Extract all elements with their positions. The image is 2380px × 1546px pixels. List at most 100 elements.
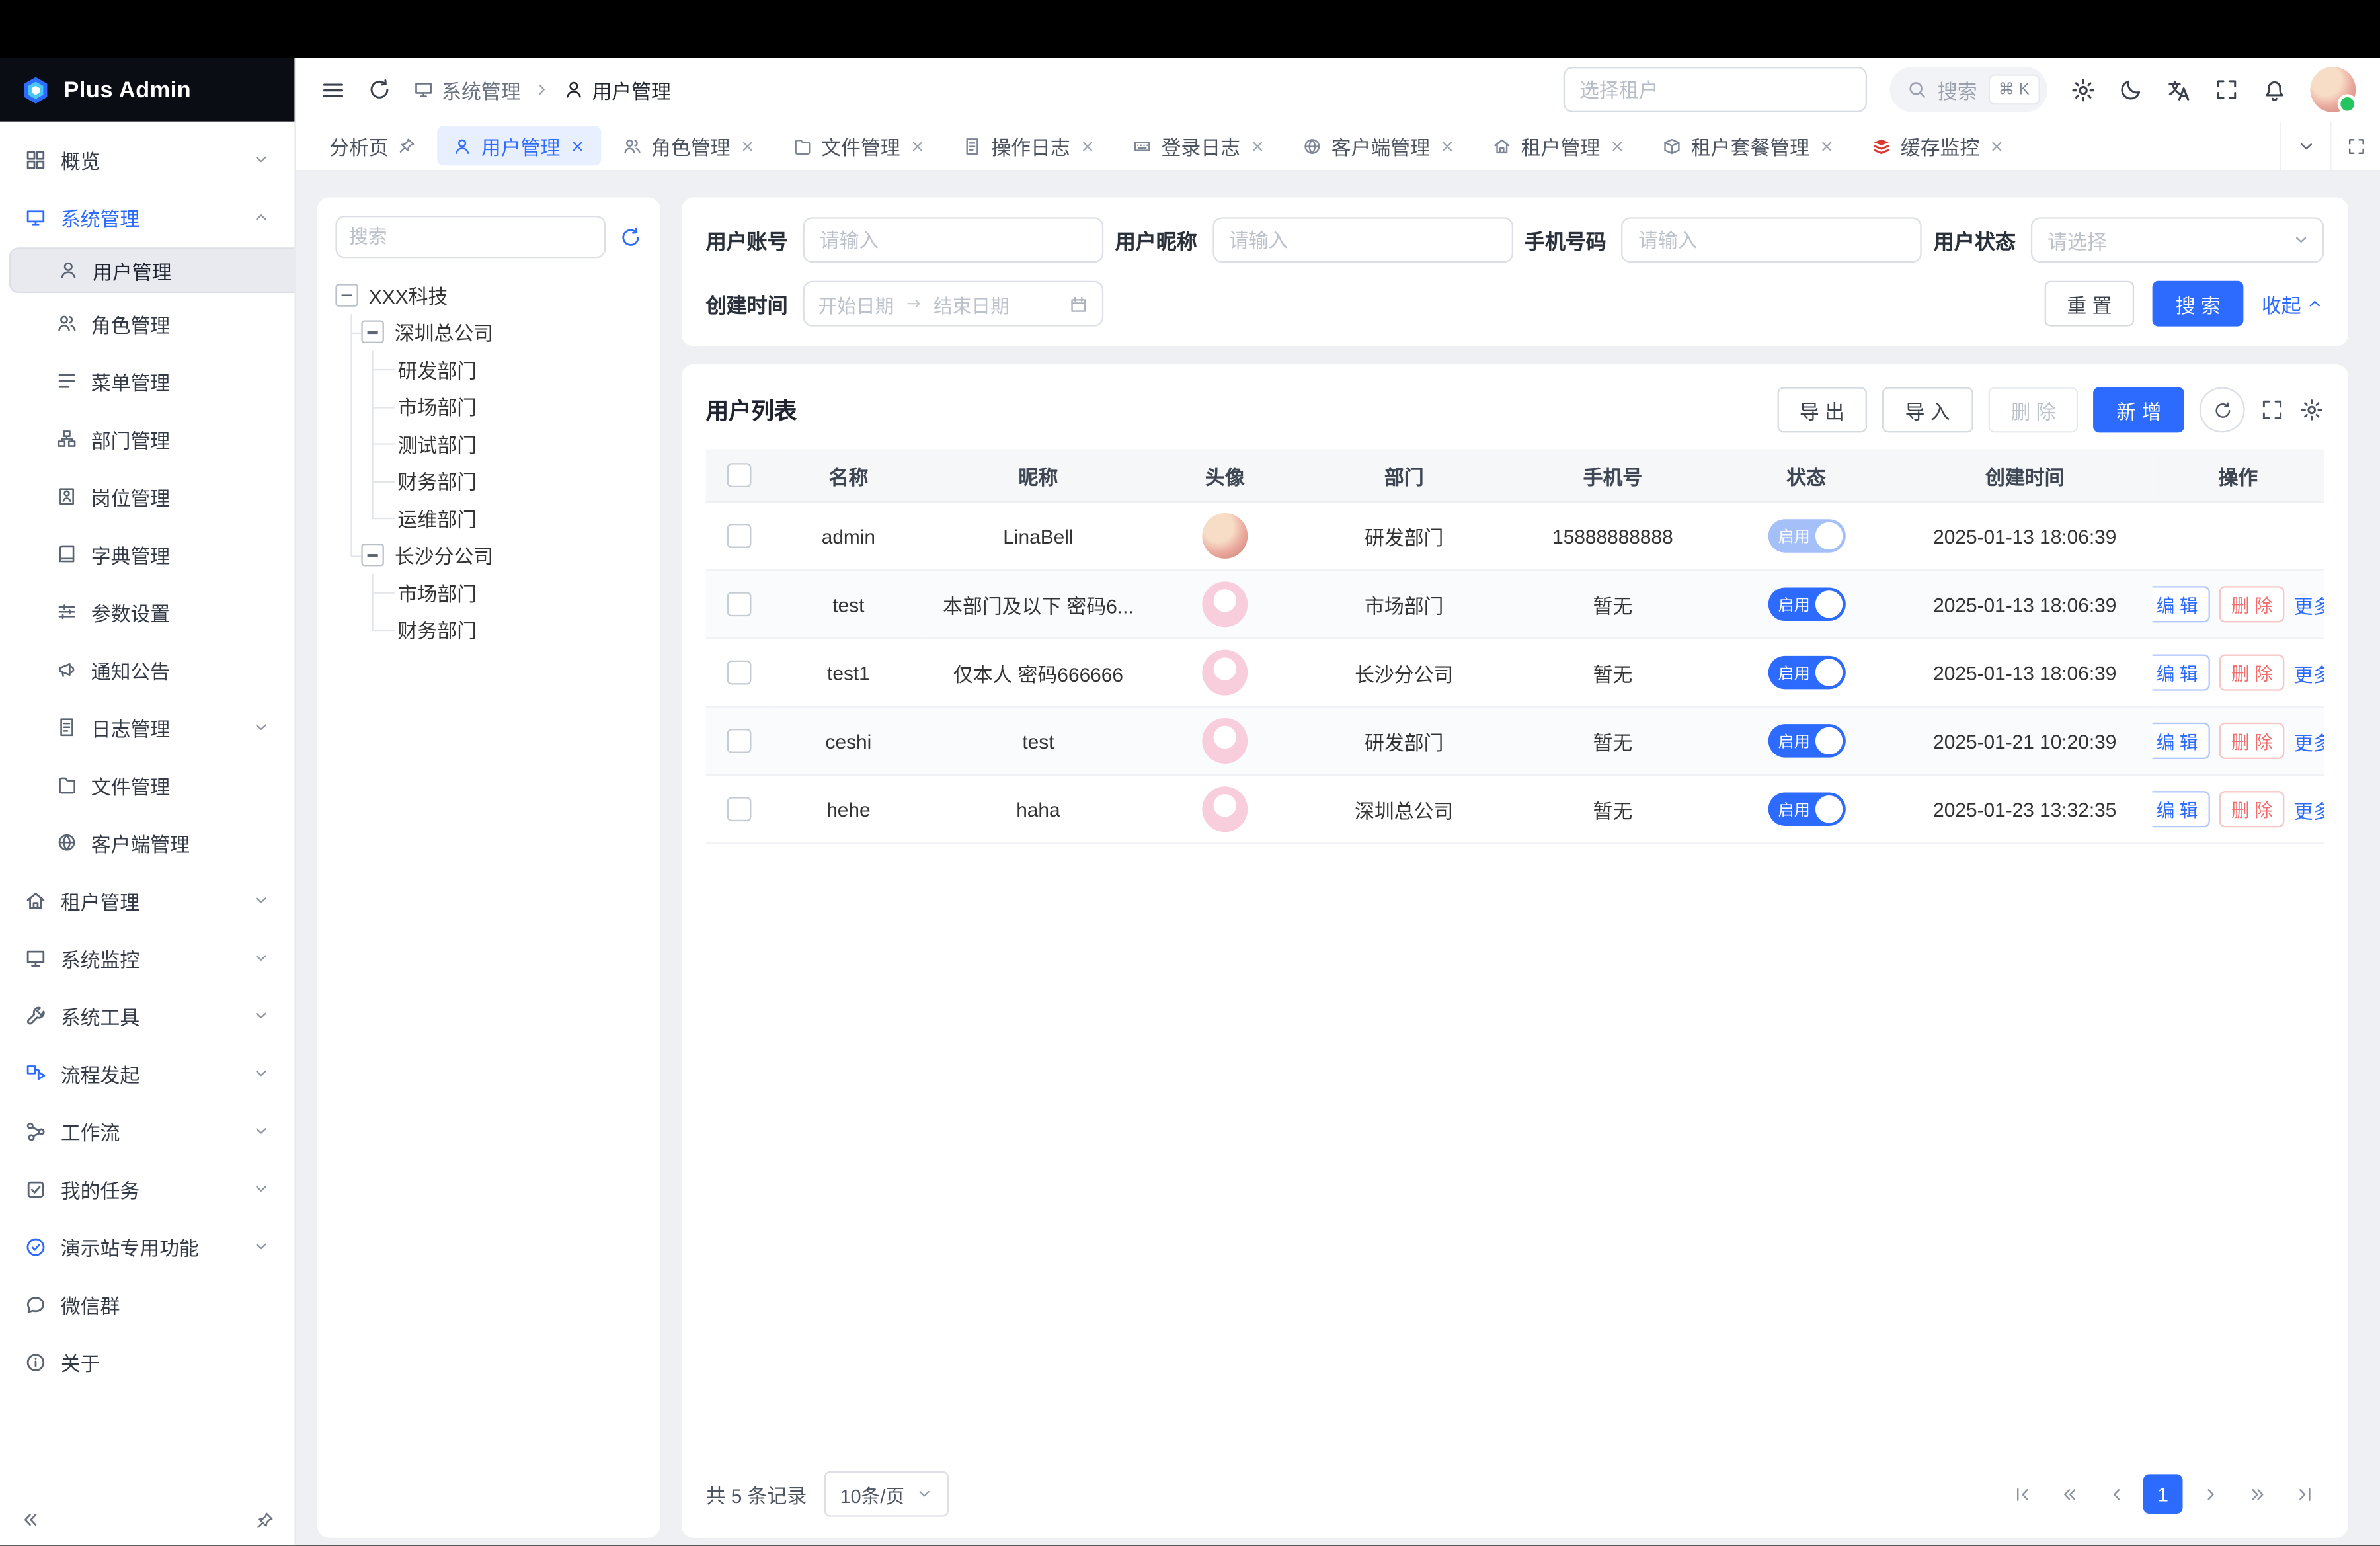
sidebar-item-tenant-management[interactable]: 租户管理 bbox=[9, 873, 286, 928]
tab-user-management[interactable]: 用户管理 bbox=[437, 126, 601, 166]
table-fullscreen-button[interactable] bbox=[2260, 398, 2285, 423]
sidebar-item-system-tools[interactable]: 系统工具 bbox=[9, 989, 286, 1043]
sidebar-item-dict-management[interactable]: 字典管理 bbox=[9, 527, 286, 582]
sidebar-item-about[interactable]: 关于 bbox=[9, 1334, 286, 1389]
breadcrumb-item-user-management[interactable]: 用户管理 bbox=[563, 75, 671, 104]
import-button[interactable]: 导 入 bbox=[1882, 387, 1973, 432]
sidebar-item-log-management[interactable]: 日志管理 bbox=[9, 700, 286, 754]
phone-number-input[interactable] bbox=[1622, 217, 1923, 263]
status-toggle[interactable]: 启用 bbox=[1768, 724, 1845, 758]
tree-node[interactable]: XXX科技 bbox=[335, 276, 645, 313]
created-date-range-input[interactable]: 开始日期 结束日期 bbox=[803, 281, 1104, 327]
sidebar-item-dept-management[interactable]: 部门管理 bbox=[9, 411, 286, 466]
tree-collapse-toggle[interactable] bbox=[335, 284, 358, 306]
search-button[interactable]: 搜 索 bbox=[2153, 281, 2243, 327]
tab-cache-monitor[interactable]: 缓存监控 bbox=[1856, 126, 2020, 166]
status-toggle[interactable]: 启用 bbox=[1768, 656, 1845, 690]
sidebar-item-overview[interactable]: 概览 bbox=[9, 132, 286, 187]
more-actions-link[interactable]: 更多 bbox=[2294, 795, 2324, 824]
reset-button[interactable]: 重 置 bbox=[2044, 281, 2135, 327]
user-status-select[interactable]: 请选择 bbox=[2031, 217, 2324, 263]
tree-node[interactable]: 财务部门 bbox=[335, 462, 645, 499]
tab-role-management[interactable]: 角色管理 bbox=[607, 126, 771, 166]
tab-tenant-management[interactable]: 租户管理 bbox=[1477, 126, 1641, 166]
settings-icon[interactable] bbox=[2071, 77, 2096, 102]
edit-button[interactable]: 编 辑 bbox=[2153, 791, 2210, 827]
sidebar-item-process-start[interactable]: 流程发起 bbox=[9, 1046, 286, 1101]
more-actions-link[interactable]: 更多 bbox=[2294, 590, 2324, 619]
sidebar-item-user-management[interactable]: 用户管理 bbox=[9, 247, 295, 293]
delete-button[interactable]: 删 除 bbox=[1988, 387, 2079, 432]
sidebar-item-wechat-group[interactable]: 微信群 bbox=[9, 1277, 286, 1332]
tree-node[interactable]: 财务部门 bbox=[335, 611, 645, 648]
user-nickname-input[interactable] bbox=[1212, 217, 1513, 263]
next-pages-button[interactable] bbox=[2237, 1474, 2277, 1514]
next-page-button[interactable] bbox=[2190, 1474, 2230, 1514]
collapse-sidebar-icon[interactable] bbox=[20, 1509, 41, 1530]
sidebar-item-file-management[interactable]: 文件管理 bbox=[9, 758, 286, 813]
refresh-table-button[interactable] bbox=[2200, 387, 2245, 432]
prev-page-button[interactable] bbox=[2096, 1474, 2136, 1514]
tabs-dropdown-button[interactable] bbox=[2280, 122, 2330, 170]
delete-row-button[interactable]: 删 除 bbox=[2219, 655, 2285, 691]
notifications-icon[interactable] bbox=[2262, 77, 2287, 102]
tree-refresh-icon[interactable] bbox=[619, 225, 642, 248]
tree-node[interactable]: 市场部门 bbox=[335, 388, 645, 425]
page-size-select[interactable]: 10条/页 bbox=[825, 1471, 949, 1517]
user-account-input[interactable] bbox=[803, 217, 1104, 263]
status-toggle[interactable]: 启用 bbox=[1768, 792, 1845, 826]
select-all-checkbox[interactable] bbox=[727, 464, 752, 488]
page-number-button[interactable]: 1 bbox=[2143, 1474, 2183, 1514]
sidebar-item-demo-features[interactable]: 演示站专用功能 bbox=[9, 1219, 286, 1274]
more-actions-link[interactable]: 更多 bbox=[2294, 658, 2324, 687]
sidebar-item-role-management[interactable]: 角色管理 bbox=[9, 296, 286, 351]
tree-node[interactable]: 深圳总公司 bbox=[335, 313, 645, 350]
sidebar-item-client-management[interactable]: 客户端管理 bbox=[9, 815, 286, 870]
dark-mode-icon[interactable] bbox=[2119, 77, 2143, 102]
sidebar-item-post-management[interactable]: 岗位管理 bbox=[9, 469, 286, 524]
sidebar-item-system-management[interactable]: 系统管理 bbox=[9, 190, 286, 245]
tree-collapse-toggle[interactable] bbox=[361, 544, 383, 567]
row-checkbox[interactable] bbox=[727, 661, 752, 685]
tabs-fullscreen-button[interactable] bbox=[2330, 122, 2380, 170]
sidebar-item-workflow[interactable]: 工作流 bbox=[9, 1104, 286, 1159]
tree-node[interactable]: 运维部门 bbox=[335, 499, 645, 536]
edit-button[interactable]: 编 辑 bbox=[2153, 655, 2210, 691]
sidebar-item-param-settings[interactable]: 参数设置 bbox=[9, 585, 286, 639]
edit-button[interactable]: 编 辑 bbox=[2153, 723, 2210, 759]
breadcrumb-item-system[interactable]: 系统管理 bbox=[413, 75, 520, 104]
tree-node[interactable]: 测试部门 bbox=[335, 425, 645, 462]
status-toggle[interactable]: 启用 bbox=[1768, 519, 1845, 553]
delete-row-button[interactable]: 删 除 bbox=[2219, 586, 2285, 622]
tree-node[interactable]: 研发部门 bbox=[335, 350, 645, 387]
more-actions-link[interactable]: 更多 bbox=[2294, 727, 2324, 756]
global-search-button[interactable]: 搜索 ⌘ K bbox=[1889, 67, 2047, 112]
last-page-button[interactable] bbox=[2284, 1474, 2324, 1514]
tab-analysis[interactable]: 分析页 bbox=[314, 126, 431, 166]
delete-row-button[interactable]: 删 除 bbox=[2219, 723, 2285, 759]
add-button[interactable]: 新 增 bbox=[2094, 387, 2184, 432]
row-checkbox[interactable] bbox=[727, 797, 752, 822]
edit-button[interactable]: 编 辑 bbox=[2153, 586, 2210, 622]
tree-collapse-toggle[interactable] bbox=[361, 321, 383, 343]
language-icon[interactable] bbox=[2166, 77, 2192, 102]
tenant-select-input[interactable] bbox=[1563, 67, 1866, 112]
table-settings-button[interactable] bbox=[2299, 398, 2324, 423]
tree-search-input[interactable] bbox=[335, 216, 606, 258]
sidebar-pin-icon[interactable] bbox=[255, 1510, 275, 1529]
tab-login-log[interactable]: 登录日志 bbox=[1117, 126, 1281, 166]
hamburger-menu-button[interactable] bbox=[320, 77, 346, 102]
delete-row-button[interactable]: 删 除 bbox=[2219, 791, 2285, 827]
row-checkbox[interactable] bbox=[727, 524, 752, 549]
tab-file-management[interactable]: 文件管理 bbox=[777, 126, 941, 166]
tree-node[interactable]: 长沙分公司 bbox=[335, 537, 645, 574]
first-page-button[interactable] bbox=[2002, 1474, 2042, 1514]
collapse-filters-link[interactable]: 收起 bbox=[2262, 289, 2324, 318]
tab-operation-log[interactable]: 操作日志 bbox=[947, 126, 1111, 166]
tree-node[interactable]: 市场部门 bbox=[335, 574, 645, 611]
sidebar-item-system-monitor[interactable]: 系统监控 bbox=[9, 930, 286, 985]
fullscreen-icon[interactable] bbox=[2215, 77, 2239, 102]
export-button[interactable]: 导 出 bbox=[1776, 387, 1867, 432]
sidebar-item-my-tasks[interactable]: 我的任务 bbox=[9, 1161, 286, 1216]
refresh-page-button[interactable] bbox=[368, 77, 392, 102]
